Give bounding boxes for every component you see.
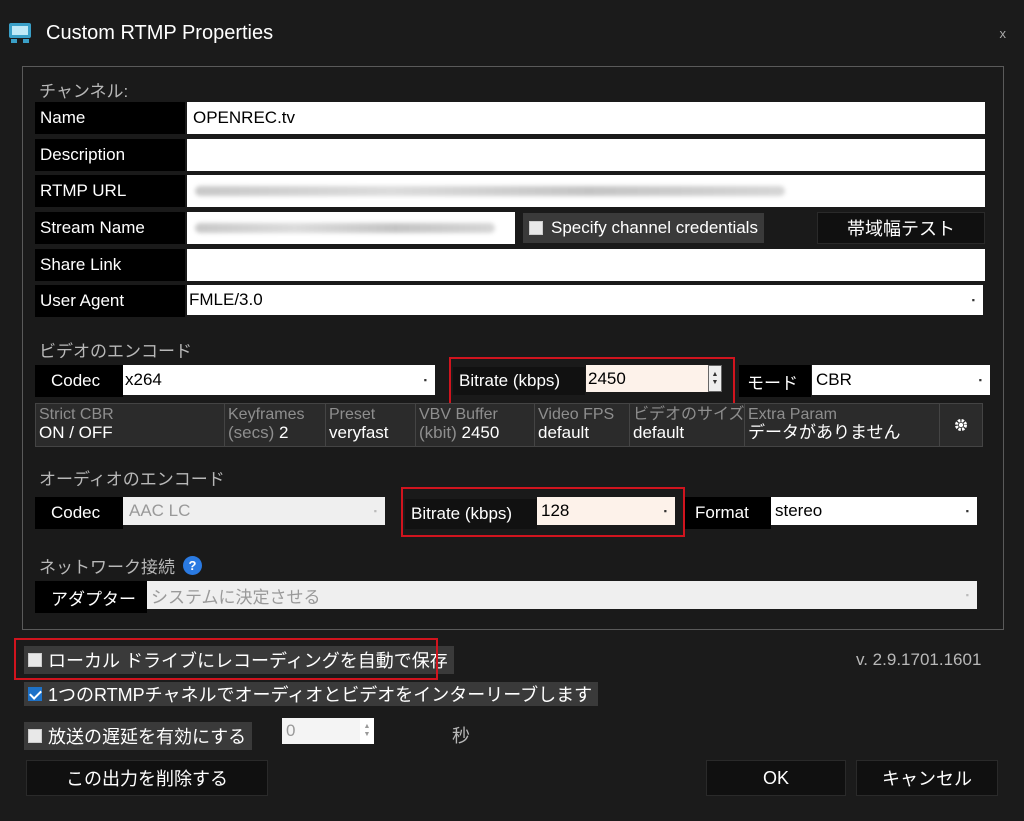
chevron-down-icon[interactable]: ▪ [966,506,969,516]
video-codec-select[interactable]: x264 ▪ [123,365,435,395]
chevron-down-icon[interactable]: ▪ [424,375,427,385]
encoder-parameters-grid: Strict CBR ON / OFF Keyframes (secs) 2 P… [35,403,983,447]
rtmp-url-input[interactable] [187,175,985,207]
custom-rtmp-properties-window: Custom RTMP Properties x チャンネル: Name OPE… [0,0,1024,821]
chevron-down-icon[interactable]: ▪ [966,590,969,600]
video-codec-label: Codec [35,365,123,397]
interleave-checkbox[interactable]: 1つのRTMPチャネルでオーディオとビデオをインターリーブします [24,682,599,706]
vbv-buffer-cell[interactable]: VBV Buffer (kbit) 2450 [416,404,535,446]
user-agent-select[interactable]: FMLE/3.0 ▪ [187,285,983,315]
mode-select[interactable]: CBR ▪ [812,365,990,395]
share-link-label: Share Link [35,249,185,281]
keyframes-cell[interactable]: Keyframes (secs) 2 [225,404,326,446]
keyframes-unit: (secs) [228,423,275,442]
strict-cbr-label: Strict CBR [39,406,114,423]
audio-section-title: オーディオのエンコード [39,470,225,489]
specify-credentials-label: Specify channel credentials [551,218,758,237]
interleave-label: 1つのRTMPチャネルでオーディオとビデオをインターリーブします [48,685,593,705]
checkbox-checked-icon[interactable] [28,687,42,701]
spinner-arrows-icon[interactable]: ▲ ▼ [360,718,374,744]
window-title: Custom RTMP Properties [46,22,274,44]
ok-button[interactable]: OK [706,760,846,796]
bandwidth-test-button[interactable]: 帯域幅テスト [817,212,985,244]
video-fps-value: default [538,423,590,442]
stream-name-input[interactable] [187,212,515,244]
strict-cbr-cell[interactable]: Strict CBR ON / OFF [36,404,225,446]
name-label: Name [35,102,185,134]
title-bar: Custom RTMP Properties x [0,0,1024,56]
delay-seconds-stepper[interactable]: 0 ▲ ▼ [282,718,374,744]
user-agent-label: User Agent [35,285,185,317]
audio-codec-label: Codec [35,497,123,529]
preset-label: Preset [329,406,376,423]
specify-credentials-checkbox[interactable]: Specify channel credentials [523,213,764,243]
vbv-buffer-value: 2450 [461,423,500,442]
vbv-buffer-unit: (kbit) [419,423,457,442]
audio-codec-select[interactable]: AAC LC ▪ [123,497,385,525]
adapter-label: アダプター [35,581,147,613]
video-section-title: ビデオのエンコード [39,342,192,361]
keyframes-label: Keyframes [228,406,305,423]
vbv-buffer-label: VBV Buffer [419,406,498,423]
preset-value: veryfast [329,423,389,442]
share-link-input[interactable] [187,249,985,281]
extra-param-value: データがありません [748,423,901,442]
close-icon[interactable]: x [1000,26,1007,41]
delay-seconds-value: 0 [286,721,296,740]
help-icon[interactable]: ? [183,556,202,575]
mode-value: CBR [816,370,852,389]
video-size-value: default [633,423,685,442]
extra-param-label: Extra Param [748,406,837,423]
preset-cell[interactable]: Preset veryfast [326,404,416,446]
save-local-highlight [14,638,438,680]
redacted-stream-key [195,223,495,233]
chevron-down-icon[interactable]: ▪ [972,295,975,305]
rtmp-url-label: RTMP URL [35,175,185,207]
checkbox-icon[interactable] [28,729,42,743]
encoder-settings-button[interactable] [940,404,982,446]
broadcast-delay-checkbox[interactable]: 放送の遅延を有効にする [24,722,253,750]
adapter-select[interactable]: システムに決定させる ▪ [147,581,977,609]
chevron-down-icon[interactable]: ▪ [979,375,982,385]
network-section-label: ネットワーク接続 [39,558,175,577]
format-select[interactable]: stereo ▪ [771,497,977,525]
video-size-cell[interactable]: ビデオのサイズ default [630,404,745,446]
keyframes-value: 2 [279,423,289,442]
channel-section-title: チャンネル: [39,82,129,101]
checkbox-icon[interactable] [529,221,543,235]
strict-cbr-value: ON / OFF [39,423,113,442]
chevron-down-icon[interactable]: ▪ [374,506,377,516]
description-label: Description [35,139,185,171]
mode-label: モード [739,365,811,397]
delete-output-button[interactable]: この出力を削除する [26,760,268,796]
adapter-value: システムに決定させる [151,587,321,607]
audio-codec-value: AAC LC [129,501,191,520]
app-icon [9,23,31,43]
video-codec-value: x264 [125,370,162,389]
name-input[interactable]: OPENREC.tv [187,102,985,134]
redacted-url [195,186,785,196]
stream-name-label: Stream Name [35,212,185,244]
video-size-label: ビデオのサイズ [633,406,745,423]
gear-icon[interactable] [954,418,968,432]
extra-param-cell[interactable]: Extra Param データがありません [745,404,940,446]
format-label: Format [685,497,771,529]
format-value: stereo [775,501,823,520]
video-fps-cell[interactable]: Video FPS default [535,404,630,446]
broadcast-delay-label: 放送の遅延を有効にする [48,727,247,747]
version-label: v. 2.9.1701.1601 [856,650,982,669]
cancel-button[interactable]: キャンセル [856,760,998,796]
bitrate-highlight [449,357,735,405]
audio-bitrate-highlight [401,487,685,537]
description-input[interactable] [187,139,985,171]
video-fps-label: Video FPS [538,406,615,423]
channel-settings-group: チャンネル: Name OPENREC.tv Description RTMP … [22,66,1004,630]
delay-unit-label: 秒 [452,726,470,746]
network-section-title: ネットワーク接続 ? [39,553,202,578]
user-agent-value: FMLE/3.0 [189,290,263,309]
